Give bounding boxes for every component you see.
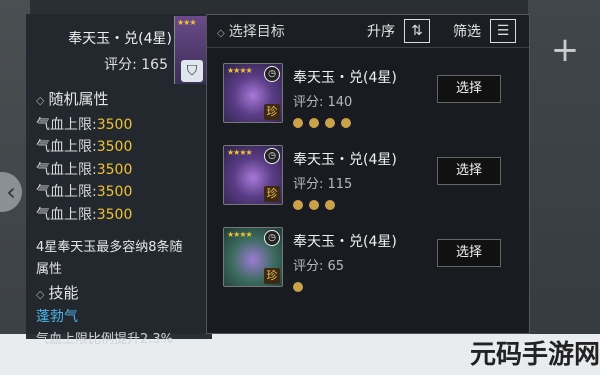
item-detail-panel: 奉天玉・兑(4星) 评分: 165 ★★★ ⛉ ◇ 随机属性 气血上限:3500 … [26,14,212,347]
attribute-row: 气血上限:3500 [36,184,133,200]
select-button[interactable]: 选择 [437,157,501,185]
diamond-icon: ◇ [36,288,45,301]
random-attributes-heading: ◇ 随机属性 [36,90,109,108]
picker-title: ◇ 选择目标 [217,24,285,40]
filter-label[interactable]: 筛选 [453,21,481,41]
select-target-panel: ◇ 选择目标 升序 ⇅ 筛选 ☰ ★★★★ ◷ 珍 奉天玉・兑(4星) 评分: 1… [206,14,530,334]
gem-icon: ★★★★ ◷ 珍 [223,145,283,205]
add-icon[interactable]: + [545,30,585,70]
quality-dots [293,195,341,214]
item-name: 奉天玉・兑(4星) [293,152,397,168]
quality-dots [293,277,309,296]
capacity-description-cont: 属性 [36,262,63,277]
select-button[interactable]: 选择 [437,239,501,267]
attribute-row: 气血上限:3500 [36,139,133,155]
attribute-row: 气血上限:3500 [36,162,133,178]
skill-heading: ◇ 技能 [36,284,79,302]
item-score: 评分: 65 [293,259,345,274]
diamond-icon: ◇ [36,94,45,107]
sort-label[interactable]: 升序 [367,21,395,41]
skill-description: 气血上限比例提升2.3% [36,332,174,347]
list-item[interactable]: ★★★★ ◷ 珍 奉天玉・兑(4星) 评分: 140 选择 [217,61,519,135]
diamond-icon: ◇ [217,28,225,39]
clock-icon: ◷ [264,66,280,82]
clock-icon: ◷ [264,230,280,246]
item-name: 奉天玉・兑(4星) [293,70,397,86]
gem-icon: ★★★★ ◷ 珍 [223,63,283,123]
attribute-row: 气血上限:3500 [36,117,133,133]
watermark-logo: 元码手游网 [470,340,600,370]
sort-ascending-icon[interactable]: ⇅ [404,19,430,43]
clock-icon: ◷ [264,148,280,164]
capacity-description: 4星奉天玉最多容纳8条随 [36,240,183,255]
attribute-row: 气血上限:3500 [36,207,133,223]
select-button[interactable]: 选择 [437,75,501,103]
list-item[interactable]: ★★★★ ◷ 珍 奉天玉・兑(4星) 评分: 115 选择 [217,143,519,217]
shield-icon: ⛉ [181,60,203,82]
item-score: 评分: 140 [293,95,353,110]
skill-name: 蓬勃气 [36,309,78,325]
quality-dots [293,113,357,132]
list-item[interactable]: ★★★★ ◷ 珍 奉天玉・兑(4星) 评分: 65 选择 [217,225,519,299]
gem-icon: ★★★★ ◷ 珍 [223,227,283,287]
item-name: 奉天玉・兑(4星) [293,234,397,250]
star-rating: ★★★ [177,18,196,27]
item-score: 评分: 115 [293,177,353,192]
picker-header: ◇ 选择目标 升序 ⇅ 筛选 ☰ [207,15,529,48]
item-title: 奉天玉・兑(4星) [68,31,172,47]
item-score: 评分: 165 [104,57,168,73]
filter-list-icon[interactable]: ☰ [490,19,516,43]
